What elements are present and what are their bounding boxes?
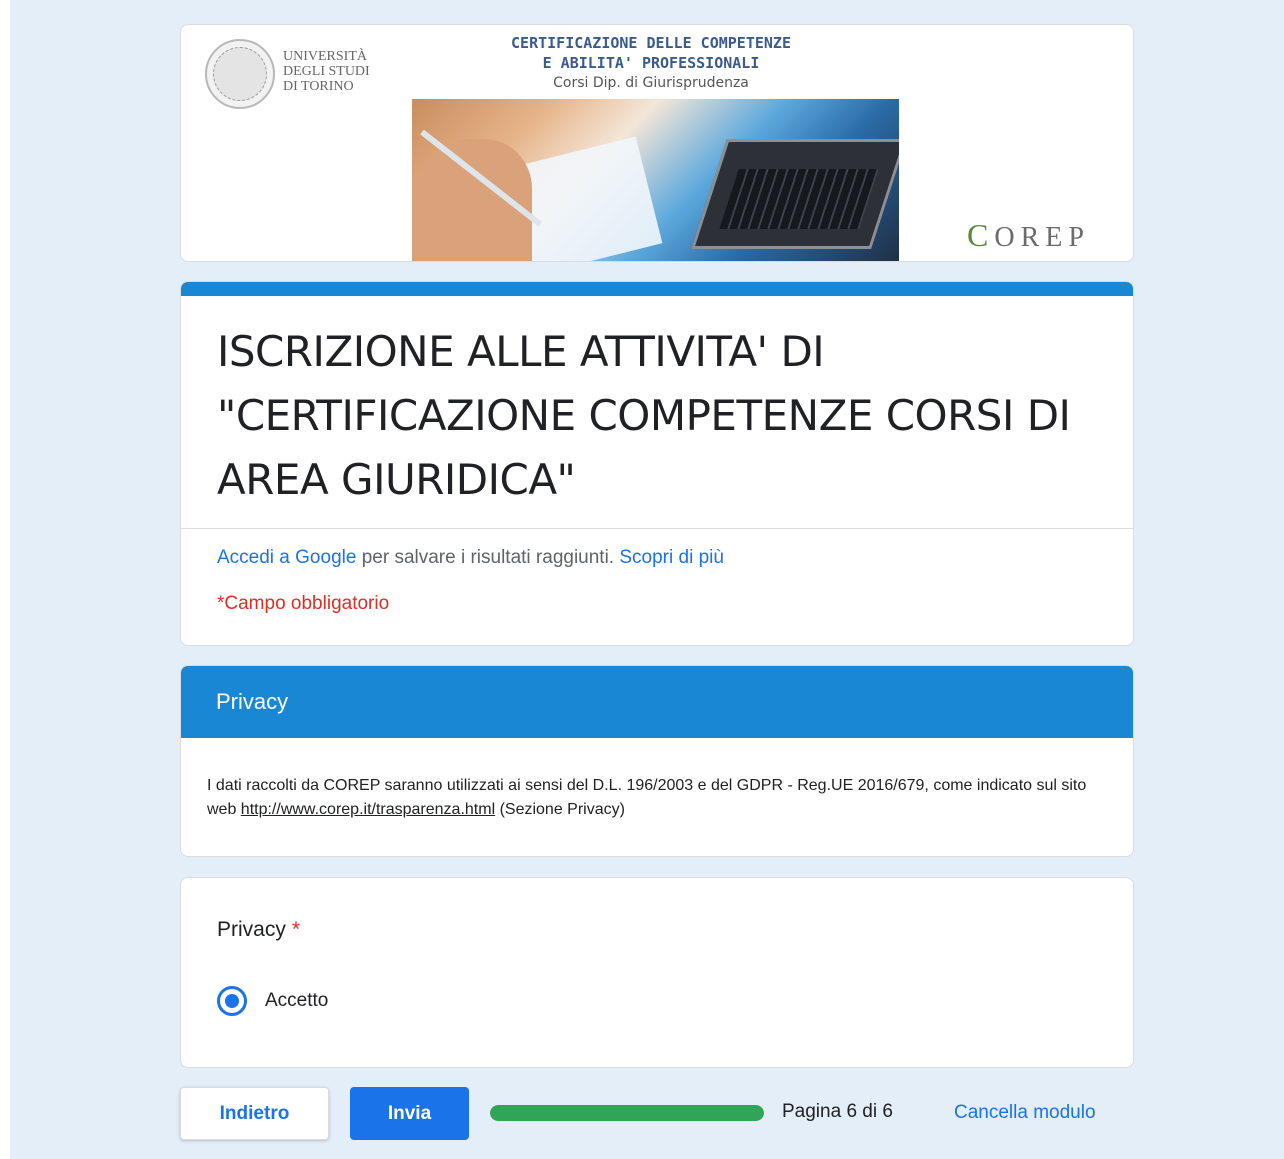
banner-photo xyxy=(412,99,899,261)
university-name: UNIVERSITÀ DEGLI STUDI DI TORINO xyxy=(283,49,370,94)
signin-notice: Accedi a Google per salvare i risultati … xyxy=(217,547,724,568)
left-edge-strip xyxy=(0,0,10,1159)
progress-bar xyxy=(490,1105,764,1121)
progress-bar-fill xyxy=(490,1105,764,1121)
section-privacy-card: Privacy I dati raccolti da COREP saranno… xyxy=(180,665,1134,857)
back-button[interactable]: Indietro xyxy=(180,1087,329,1140)
accent-bar xyxy=(181,282,1133,296)
banner-subtitle: Corsi Dip. di Giurisprudenza xyxy=(553,75,749,91)
section-title: Privacy xyxy=(181,666,1133,738)
form-header-card: ISCRIZIONE ALLE ATTIVITA' DI "CERTIFICAZ… xyxy=(180,281,1134,646)
radio-option-label: Accetto xyxy=(265,990,329,1011)
privacy-policy-link[interactable]: http://www.corep.it/trasparenza.html xyxy=(241,801,495,818)
corep-logo: COREP xyxy=(967,217,1090,253)
question-title: Privacy * xyxy=(217,918,301,941)
page-indicator: Pagina 6 di 6 xyxy=(782,1101,893,1122)
form-title: ISCRIZIONE ALLE ATTIVITA' DI "CERTIFICAZ… xyxy=(217,327,1071,504)
submit-button[interactable]: Invia xyxy=(350,1087,469,1140)
banner-title-line1: CERTIFICAZIONE DELLE COMPETENZE xyxy=(511,34,791,52)
banner-title-line2: E ABILITA' PROFESSIONALI xyxy=(542,54,760,72)
header-banner: UNIVERSITÀ DEGLI STUDI DI TORINO CERTIFI… xyxy=(180,24,1134,262)
radio-option-accetto[interactable]: Accetto xyxy=(217,986,328,1016)
clear-form-button[interactable]: Cancella modulo xyxy=(954,1102,1096,1124)
radio-button-selected[interactable] xyxy=(217,986,247,1016)
banner-titles: CERTIFICAZIONE DELLE COMPETENZE E ABILIT… xyxy=(411,33,891,93)
signin-link[interactable]: Accedi a Google xyxy=(217,547,356,568)
question-privacy-card: Privacy * Accetto xyxy=(180,877,1134,1068)
section-description: I dati raccolti da COREP saranno utilizz… xyxy=(207,777,1087,818)
learn-more-link[interactable]: Scopri di più xyxy=(619,547,724,568)
required-field-note: *Campo obbligatorio xyxy=(217,593,390,614)
required-asterisk: * xyxy=(291,918,301,941)
university-seal-logo xyxy=(205,39,275,109)
